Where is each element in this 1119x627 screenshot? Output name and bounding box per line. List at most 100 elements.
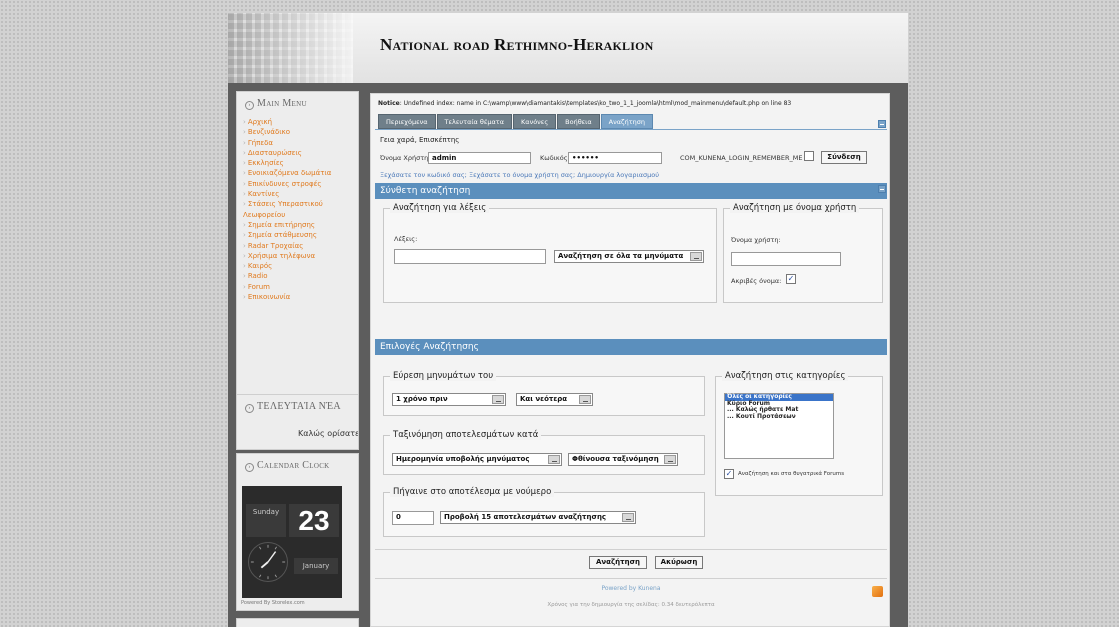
menu-item[interactable]: › Βενζινάδικο [243, 127, 352, 137]
menu-arrow-icon: › [243, 148, 246, 157]
username-input[interactable]: admin [428, 152, 531, 164]
tab[interactable]: Βοήθεια [557, 114, 600, 129]
menu-item[interactable]: › Εκκλησίες [243, 158, 352, 168]
remember-me-label: COM_KUNENA_LOGIN_REMEMBER_ME [680, 154, 803, 162]
words-input[interactable] [394, 249, 546, 264]
sort-field-select[interactable]: Ημερομηνία υποβολής μηνύματος [392, 453, 562, 466]
dropdown-arrow-icon [690, 252, 702, 261]
menu-item[interactable]: › Σημεία επιτήρησης [243, 220, 352, 230]
find-direction-select[interactable]: Και νεότερα [516, 393, 593, 406]
menu-item[interactable]: › Forum [243, 282, 352, 292]
subforums-checkbox[interactable]: ✓ [724, 469, 734, 479]
menu-item[interactable]: › Επικίνδυνες στροφές [243, 179, 352, 189]
dropdown-arrow-icon [622, 513, 634, 522]
menu-arrow-icon: › [243, 293, 246, 302]
sort-order-select[interactable]: Φθίνουσα ταξινόμηση [568, 453, 678, 466]
news-module: › Τελευταία Νέα Καλώς ορίσατε [236, 394, 359, 450]
dropdown-arrow-icon [548, 455, 560, 464]
collapse-toggle-icon[interactable] [878, 120, 886, 128]
find-fieldset: Εύρεση μηνυμάτων του 1 χρόνο πριν Και νε… [383, 371, 705, 416]
search-options-title: Επιλογές Αναζήτησης [380, 342, 479, 352]
menu-arrow-icon: › [243, 231, 246, 240]
menu-item-label: Στάσεις Υπεραστικού Λεωφορείου [243, 200, 323, 219]
menu-item[interactable]: › Γήπεδα [243, 138, 352, 148]
categories-listbox[interactable]: Όλες οι κατηγορίες Κύριο Forum... Καλώς ή… [724, 393, 834, 459]
categories-legend: Αναζήτηση στις κατηγορίες [722, 371, 849, 381]
find-period-value: 1 χρόνο πριν [396, 395, 448, 403]
menu-item[interactable]: › Χρήσιμα τηλέφωνα [243, 251, 352, 261]
menu-item-label: Επικοινωνία [247, 293, 291, 302]
password-label: Κωδικός [540, 154, 568, 162]
main-menu-title-text: Main Menu [257, 98, 307, 109]
menu-item[interactable]: › Ενοικιαζόμενα δωμάτια [243, 168, 352, 178]
page-container: National road Rethimno-Heraklion › Main M… [228, 13, 908, 627]
dropdown-arrow-icon [492, 395, 504, 404]
user-input[interactable] [731, 252, 841, 266]
menu-item-label: Επικίνδυνες στροφές [247, 179, 322, 188]
words-legend: Αναζήτηση για λέξεις [390, 203, 490, 213]
main-menu-title: › Main Menu [237, 92, 358, 115]
menu-item[interactable]: › Radio [243, 271, 352, 281]
password-input[interactable]: •••••• [568, 152, 662, 164]
menu-arrow-icon: › [243, 118, 246, 126]
menu-item-label: Γήπεδα [247, 138, 274, 147]
clock-day: Sunday [246, 504, 286, 537]
sort-field-value: Ημερομηνία υποβολής μηνύματος [396, 455, 530, 463]
clock-month: January [294, 558, 338, 574]
cancel-button[interactable]: Ακύρωση [655, 556, 703, 569]
clock-powered: Powered By Storelex.com [241, 600, 305, 606]
tab[interactable]: Κανόνες [513, 114, 557, 129]
circle-arrow-icon: › [245, 404, 254, 413]
dropdown-arrow-icon [664, 455, 676, 464]
menu-arrow-icon: › [243, 169, 246, 178]
login-form: Όνομα Χρήστη admin Κωδικός •••••• COM_KU… [380, 151, 885, 165]
menu-item[interactable]: › Επικοινωνία [243, 292, 352, 302]
create-account-link[interactable]: Δημιουργία λογαριασμού [577, 171, 659, 179]
goto-input[interactable]: 0 [392, 511, 434, 525]
remember-me-checkbox[interactable] [804, 151, 814, 161]
greeting-text: Γεια χαρά, Επισκέπτης [380, 136, 460, 144]
words-fieldset: Αναζήτηση για λέξεις Λέξεις: Αναζήτηση σ… [383, 203, 717, 303]
collapse-advanced-icon[interactable] [878, 185, 886, 193]
menu-arrow-icon: › [243, 220, 246, 229]
find-period-select[interactable]: 1 χρόνο πριν [392, 393, 506, 406]
tab[interactable]: Τελευταία θέματα [436, 114, 513, 129]
account-links: Ξεχάσατε τον κωδικό σας; Ξεχάσατε το όνο… [380, 171, 659, 179]
rss-icon[interactable] [872, 586, 883, 597]
menu-item[interactable]: › Καντίνες [243, 189, 352, 199]
forum-tabs: Περιεχόμενα Τελευταία θέματα Κανόνες Βοήθει… [378, 114, 654, 129]
site-header: National road Rethimno-Heraklion [228, 13, 908, 83]
exact-name-checkbox[interactable]: ✓ [786, 274, 796, 284]
menu-item[interactable]: › Διασταυρώσεις [243, 148, 352, 158]
tabs-underline [375, 129, 887, 130]
search-options-header: Επιλογές Αναζήτησης [375, 339, 887, 355]
words-scope-select[interactable]: Αναζήτηση σε όλα τα μηνύματα [554, 250, 704, 263]
kunena-link[interactable]: Powered by Kunena [371, 585, 891, 592]
words-scope-value: Αναζήτηση σε όλα τα μηνύματα [558, 252, 684, 260]
forgot-username-link[interactable]: Ξεχάσατε το όνομα χρήστη σας; [469, 171, 575, 179]
words-label: Λέξεις: [394, 235, 418, 243]
login-button[interactable]: Σύνδεση [821, 151, 867, 164]
tab[interactable]: Περιεχόμενα [378, 114, 436, 129]
results-per-page-select[interactable]: Προβολή 15 αποτελεσμάτων αναζήτησης [440, 511, 636, 524]
news-text: Καλώς ορίσατε [298, 429, 358, 438]
circle-arrow-icon: › [245, 101, 254, 110]
tab[interactable]: Αναζήτηση [600, 114, 653, 129]
forgot-password-link[interactable]: Ξεχάσατε τον κωδικό σας; [380, 171, 467, 179]
categories-fieldset: Αναζήτηση στις κατηγορίες Όλες οι κατηγο… [715, 371, 883, 496]
php-notice: Notice: Undefined index: name in C:\wamp… [378, 100, 791, 107]
category-option[interactable]: ... Κουτί Προτάσεων [725, 413, 833, 421]
forum-panel: Notice: Undefined index: name in C:\wamp… [370, 93, 890, 627]
site-title: National road Rethimno-Heraklion [380, 35, 654, 54]
search-button[interactable]: Αναζήτηση [589, 556, 647, 569]
menu-item[interactable]: › Αρχική [243, 117, 352, 127]
calendar-title: › Calendar Clock [237, 454, 358, 477]
notice-text: : Undefined index: name in C:\wamp\www\d… [399, 100, 792, 107]
find-direction-value: Και νεότερα [520, 395, 568, 403]
goto-legend: Πήγαινε στο αποτέλεσμα με νούμερο [390, 487, 555, 497]
menu-item[interactable]: › Στάσεις Υπεραστικού Λεωφορείου [243, 199, 352, 220]
menu-arrow-icon: › [243, 159, 246, 168]
menu-item[interactable]: › Radar Τροχαίας [243, 241, 352, 251]
menu-item[interactable]: › Σημεία στάθμευσης [243, 230, 352, 240]
menu-item[interactable]: › Καιρός [243, 261, 352, 271]
